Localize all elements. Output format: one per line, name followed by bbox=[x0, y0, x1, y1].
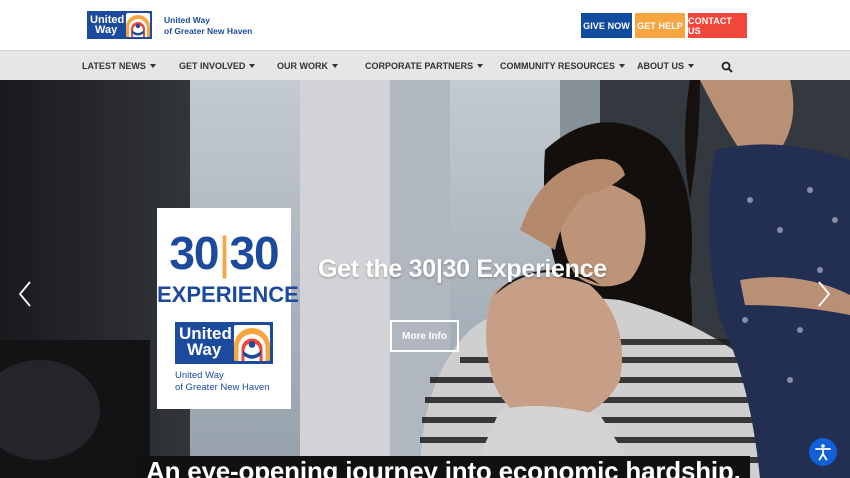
caret-down-icon bbox=[332, 64, 338, 68]
hero-caption: An eye-opening journey into economic har… bbox=[137, 456, 750, 478]
contact-us-button[interactable]: CONTACT US bbox=[688, 13, 747, 38]
badge-experience: EXPERIENCE bbox=[157, 282, 299, 307]
hero-title: Get the 30|30 Experience bbox=[318, 255, 607, 283]
org-name[interactable]: United Way of Greater New Haven bbox=[164, 15, 252, 37]
search-icon[interactable] bbox=[721, 60, 733, 73]
united-way-emblem-icon bbox=[126, 13, 150, 37]
caret-down-icon bbox=[149, 64, 156, 68]
badge-logo: United Way bbox=[175, 322, 273, 364]
accessibility-icon[interactable] bbox=[809, 438, 837, 466]
caret-down-icon bbox=[688, 64, 694, 68]
give-now-button[interactable]: GIVE NOW bbox=[581, 13, 632, 38]
nav-item-label: CORPORATE PARTNERS bbox=[365, 61, 474, 71]
united-way-emblem-icon bbox=[234, 325, 270, 361]
caret-down-icon bbox=[618, 64, 625, 68]
caret-down-icon bbox=[249, 64, 256, 68]
site-logo[interactable]: United Way bbox=[87, 11, 152, 39]
thirty-thirty-badge: 30|30 EXPERIENCE United Way United Way o… bbox=[157, 208, 299, 409]
nav-item-label: LATEST NEWS bbox=[82, 61, 146, 71]
site-header: United Way United Way of Greater New Hav… bbox=[0, 0, 850, 50]
nav-item-label: COMMUNITY RESOURCES bbox=[500, 61, 615, 71]
badge-number-right: 30 bbox=[229, 227, 279, 279]
nav-item-label: ABOUT US bbox=[637, 61, 684, 71]
badge-org-line1: United Way bbox=[175, 370, 224, 381]
nav-item-community-resources[interactable]: COMMUNITY RESOURCES bbox=[500, 51, 625, 81]
nav-item-latest-news[interactable]: LATEST NEWS bbox=[82, 51, 156, 81]
nav-item-corporate-partners[interactable]: CORPORATE PARTNERS bbox=[365, 51, 484, 81]
org-name-line2: of Greater New Haven bbox=[164, 26, 253, 36]
badge-logo-line2: Way bbox=[187, 340, 222, 359]
nav-item-get-involved[interactable]: GET INVOLVED bbox=[179, 51, 256, 81]
hero-slider: 30|30 EXPERIENCE United Way United Way o… bbox=[0, 80, 850, 478]
nav-item-label: OUR WORK bbox=[277, 61, 328, 71]
logo-text-line2: Way bbox=[95, 24, 118, 36]
main-nav: LATEST NEWS GET INVOLVED OUR WORK CORPOR… bbox=[0, 50, 850, 80]
nav-item-our-work[interactable]: OUR WORK bbox=[277, 51, 338, 81]
badge-org-line2: of Greater New Haven bbox=[175, 382, 270, 393]
get-help-button[interactable]: GET HELP bbox=[635, 13, 685, 38]
nav-item-about-us[interactable]: ABOUT US bbox=[637, 51, 694, 81]
caret-down-icon bbox=[477, 64, 484, 68]
chevron-left-icon[interactable] bbox=[18, 281, 32, 307]
badge-number: 30|30 bbox=[157, 230, 291, 276]
badge-org-name: United Way of Greater New Haven bbox=[175, 370, 285, 394]
badge-divider: | bbox=[218, 227, 231, 279]
nav-item-label: GET INVOLVED bbox=[179, 61, 246, 71]
org-name-line1: United Way bbox=[164, 15, 210, 25]
logo-text: United Way bbox=[87, 15, 125, 36]
badge-number-left: 30 bbox=[169, 227, 219, 279]
more-info-button[interactable]: More Info bbox=[390, 320, 459, 352]
badge-logo-text: United Way bbox=[179, 325, 232, 359]
chevron-right-icon[interactable] bbox=[817, 281, 831, 307]
